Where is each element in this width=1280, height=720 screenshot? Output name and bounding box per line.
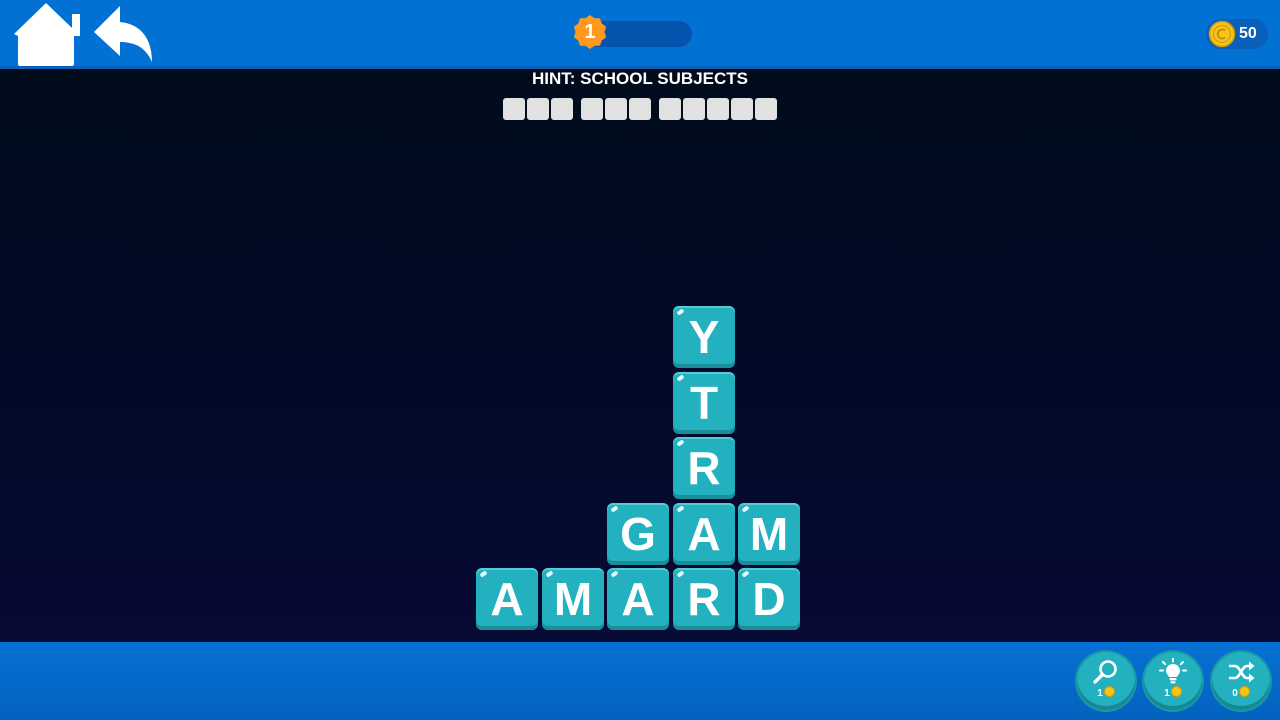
letter-tile[interactable]: R — [673, 568, 735, 630]
lightbulb-icon — [1159, 658, 1187, 686]
letter-tile[interactable]: T — [673, 372, 735, 434]
letter-tile[interactable]: A — [673, 503, 735, 565]
letter-board: AMAGRARTYDM — [0, 0, 1280, 720]
letter-tile[interactable]: G — [607, 503, 669, 565]
letter-tile[interactable]: Y — [673, 306, 735, 368]
letter-tile[interactable]: M — [542, 568, 604, 630]
powerup-search-button[interactable]: 1 — [1077, 652, 1135, 710]
coin-icon — [1103, 686, 1115, 697]
letter-tile[interactable]: D — [738, 568, 800, 630]
coin-icon — [1170, 686, 1182, 697]
coin-icon — [1238, 686, 1250, 697]
powerup-hint-cost: 1 — [1144, 686, 1202, 701]
letter-tile[interactable]: A — [476, 568, 538, 630]
magnifier-icon — [1092, 658, 1120, 686]
letter-tile[interactable]: A — [607, 568, 669, 630]
letter-tile[interactable]: M — [738, 503, 800, 565]
powerup-hint-button[interactable]: 1 — [1144, 652, 1202, 710]
powerup-shuffle-button[interactable]: 0 — [1212, 652, 1270, 710]
powerup-shuffle-cost: 0 — [1212, 686, 1270, 701]
powerup-search-cost: 1 — [1077, 686, 1135, 701]
shuffle-icon — [1227, 658, 1255, 686]
letter-tile[interactable]: R — [673, 437, 735, 499]
